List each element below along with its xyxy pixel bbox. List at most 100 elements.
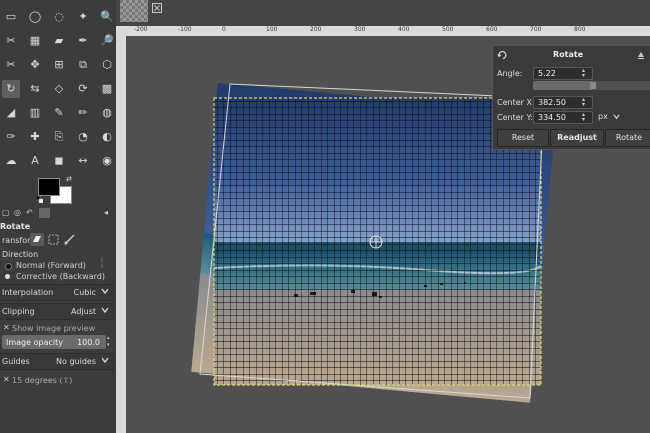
chevron-down-icon[interactable] bbox=[612, 112, 621, 121]
dialog-collapse-icon[interactable] bbox=[637, 51, 645, 59]
flip-icon[interactable]: ⇆ bbox=[26, 80, 44, 98]
warp-icon[interactable]: ⟳ bbox=[74, 80, 92, 98]
ruler-label: -100 bbox=[178, 26, 192, 33]
paintbrush-icon[interactable]: ✎ bbox=[50, 104, 68, 122]
scissors-icon[interactable]: ✂ bbox=[2, 56, 20, 74]
fill-icon[interactable]: ◢ bbox=[2, 104, 20, 122]
reset-colors-icon[interactable] bbox=[36, 196, 43, 203]
chevron-down-icon[interactable] bbox=[100, 286, 110, 296]
opacity-value: 100.0 bbox=[77, 338, 100, 347]
images-tab-icon[interactable] bbox=[39, 208, 50, 218]
airbrush-icon[interactable]: ◍ bbox=[98, 104, 116, 122]
center-y-value: 334.50 bbox=[538, 113, 566, 122]
chevron-down-icon[interactable] bbox=[100, 305, 110, 315]
ruler-label: 200 bbox=[310, 26, 322, 33]
perspective-icon[interactable]: ◇ bbox=[50, 80, 68, 98]
gradient-icon[interactable]: ▥ bbox=[26, 104, 44, 122]
clipping-row[interactable]: Clipping Adjust bbox=[0, 303, 114, 320]
unit-value: px bbox=[598, 112, 608, 121]
lasso-icon[interactable]: ◌ bbox=[50, 8, 68, 26]
guides-value: No guides bbox=[56, 357, 96, 366]
preview-checkbox-icon[interactable]: ✕ bbox=[3, 323, 10, 332]
show-preview-row[interactable]: ✕ Show image preview bbox=[0, 321, 114, 335]
pencil-icon[interactable]: ✏ bbox=[74, 104, 92, 122]
align-icon[interactable]: ⊞ bbox=[50, 56, 68, 74]
angle-slider[interactable] bbox=[533, 81, 650, 90]
smudge-icon[interactable]: ☁ bbox=[2, 152, 20, 170]
dropper-icon[interactable]: ◉ bbox=[98, 152, 116, 170]
dock-menu-icon[interactable]: ◂ bbox=[104, 208, 114, 218]
fuzzy-select-icon[interactable]: ✦ bbox=[74, 8, 92, 26]
ruler-label: 400 bbox=[398, 26, 410, 33]
center-x-label: Center X: bbox=[497, 98, 535, 107]
magnify-icon[interactable]: 🔎 bbox=[98, 32, 116, 50]
angle-input[interactable]: 5.22 ▴ ▾ bbox=[533, 67, 593, 80]
move-icon[interactable]: ✥ bbox=[26, 56, 44, 74]
radio-corrective[interactable] bbox=[5, 274, 10, 279]
ruler-label: -200 bbox=[134, 26, 148, 33]
measure-icon[interactable]: ↔ bbox=[74, 152, 92, 170]
paths-icon[interactable]: ▰ bbox=[50, 32, 68, 50]
rotate-tool-icon[interactable]: ↻ bbox=[2, 80, 20, 98]
undo-history-tab-icon[interactable]: ↶ bbox=[26, 208, 36, 218]
rotation-pivot-icon[interactable] bbox=[369, 235, 383, 249]
corrective-label: Corrective (Backward) bbox=[16, 272, 105, 281]
foreground-color-swatch[interactable] bbox=[38, 178, 60, 196]
3d-icon[interactable]: ▩ bbox=[98, 80, 116, 98]
center-y-input[interactable]: 334.50 ▴ ▾ bbox=[533, 111, 593, 124]
vertical-ruler bbox=[116, 26, 126, 433]
zoom-icon[interactable]: 🔍 bbox=[98, 8, 116, 26]
interpolation-value: Cubic bbox=[73, 288, 96, 297]
chevron-down-icon[interactable] bbox=[100, 355, 110, 365]
ruler-label: 100 bbox=[266, 26, 278, 33]
angle-slider-handle[interactable] bbox=[590, 82, 597, 89]
transform-icon[interactable]: ⧉ bbox=[74, 56, 92, 74]
dialog-title: Rotate bbox=[553, 50, 584, 59]
angle-label: Angle: bbox=[497, 69, 523, 78]
transform-layer-icon[interactable] bbox=[30, 233, 44, 246]
crop-icon[interactable]: ✂ bbox=[2, 32, 20, 50]
foreground-select-icon[interactable]: ▦ bbox=[26, 32, 44, 50]
ellipse-select-icon[interactable]: ◯ bbox=[26, 8, 44, 26]
eraser-icon[interactable]: ◼ bbox=[50, 152, 68, 170]
reset-button[interactable]: Reset bbox=[497, 129, 549, 147]
interpolation-row[interactable]: Interpolation Cubic bbox=[0, 284, 114, 301]
readjust-button[interactable]: Readjust bbox=[550, 129, 604, 147]
device-status-tab-icon[interactable]: ◎ bbox=[14, 208, 24, 218]
snap-15-degrees-row[interactable]: ✕ 15 degrees (⇧) bbox=[0, 373, 114, 387]
transform-row: ransform: bbox=[0, 232, 114, 248]
center-x-spin-arrows[interactable]: ▴ ▾ bbox=[582, 97, 590, 108]
direction-chain-icon[interactable]: ⁞ ⁞ bbox=[101, 258, 109, 278]
unit-select[interactable]: px bbox=[595, 111, 621, 123]
center-y-spin-arrows[interactable]: ▴ ▾ bbox=[582, 112, 590, 123]
ruler-label: 500 bbox=[442, 26, 454, 33]
angle-spin-arrows[interactable]: ▴ ▾ bbox=[582, 68, 590, 79]
close-icon[interactable] bbox=[152, 3, 162, 13]
image-thumbnail-tab[interactable] bbox=[120, 0, 148, 22]
transform-path-icon[interactable] bbox=[64, 234, 75, 245]
clone-icon[interactable]: ⎘ bbox=[50, 128, 68, 146]
snap-checkbox-icon[interactable]: ✕ bbox=[3, 375, 10, 384]
swap-colors-icon[interactable]: ⇄ bbox=[66, 176, 72, 183]
text-icon[interactable]: A bbox=[26, 152, 44, 170]
blur-icon[interactable]: ◔ bbox=[74, 128, 92, 146]
rect-select-icon[interactable]: ▭ bbox=[2, 8, 20, 26]
snap-label: 15 degrees (⇧) bbox=[12, 376, 73, 385]
interpolation-label: Interpolation bbox=[2, 288, 54, 297]
direction-corrective-option[interactable]: Corrective (Backward) bbox=[0, 269, 114, 283]
rotate-dialog: Rotate Angle: 5.22 ▴ ▾ Center X: 382.50 ▴… bbox=[492, 45, 650, 150]
opacity-spin-arrows[interactable]: ▴ ▾ bbox=[107, 335, 114, 349]
heal-icon[interactable]: ✚ bbox=[26, 128, 44, 146]
guides-row[interactable]: Guides No guides bbox=[0, 353, 114, 370]
image-tabs-strip bbox=[116, 0, 650, 28]
clipping-value: Adjust bbox=[70, 307, 96, 316]
color-picker-icon[interactable]: ✒ bbox=[74, 32, 92, 50]
image-opacity-slider[interactable]: Image opacity 100.0 bbox=[2, 335, 106, 349]
transform-selection-icon[interactable] bbox=[48, 234, 59, 245]
cage-icon[interactable]: ⬡ bbox=[98, 56, 116, 74]
center-x-input[interactable]: 382.50 ▴ ▾ bbox=[533, 96, 593, 109]
ink-icon[interactable]: ✑ bbox=[2, 128, 20, 146]
rotate-button[interactable]: Rotate bbox=[605, 129, 650, 147]
tool-options-tab-icon[interactable]: ▢ bbox=[2, 208, 12, 218]
dodge-icon[interactable]: ◐ bbox=[98, 128, 116, 146]
